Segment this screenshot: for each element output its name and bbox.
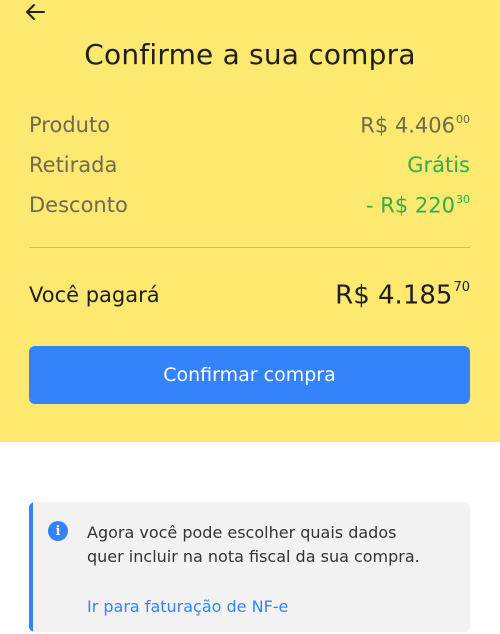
page-title: Confirme a sua compra xyxy=(84,38,416,71)
nfe-billing-link[interactable]: Ir para faturação de NF-e xyxy=(87,597,288,616)
arrow-left-icon xyxy=(26,4,45,20)
divider xyxy=(29,247,470,248)
product-row: Produto R$ 4.40600 xyxy=(29,110,470,140)
pickup-row: Retirada Grátis xyxy=(29,150,470,180)
back-button[interactable] xyxy=(20,0,50,24)
discount-cents: 30 xyxy=(456,192,470,206)
info-message: Agora você pode escolher quais dados que… xyxy=(87,523,420,566)
total-label: Você pagará xyxy=(29,283,160,307)
discount-label: Desconto xyxy=(29,193,128,217)
total-value: R$ 4.18570 xyxy=(335,279,470,311)
confirm-purchase-button[interactable]: Confirmar compra xyxy=(29,346,470,404)
nfe-info-card: i Agora você pode escolher quais dados q… xyxy=(29,502,470,632)
pickup-label: Retirada xyxy=(29,153,118,177)
product-price-cents: 00 xyxy=(456,112,470,126)
product-price: R$ 4.40600 xyxy=(360,112,470,138)
confirm-header: Confirme a sua compra Produto R$ 4.40600… xyxy=(0,0,500,442)
total-row: Você pagará R$ 4.18570 xyxy=(29,278,470,312)
total-cents: 70 xyxy=(453,279,470,295)
info-icon: i xyxy=(48,521,68,541)
discount-value: - R$ 22030 xyxy=(366,192,470,218)
pickup-value: Grátis xyxy=(407,153,470,177)
product-label: Produto xyxy=(29,113,111,137)
discount-row: Desconto - R$ 22030 xyxy=(29,190,470,220)
info-card-accent xyxy=(29,502,33,632)
